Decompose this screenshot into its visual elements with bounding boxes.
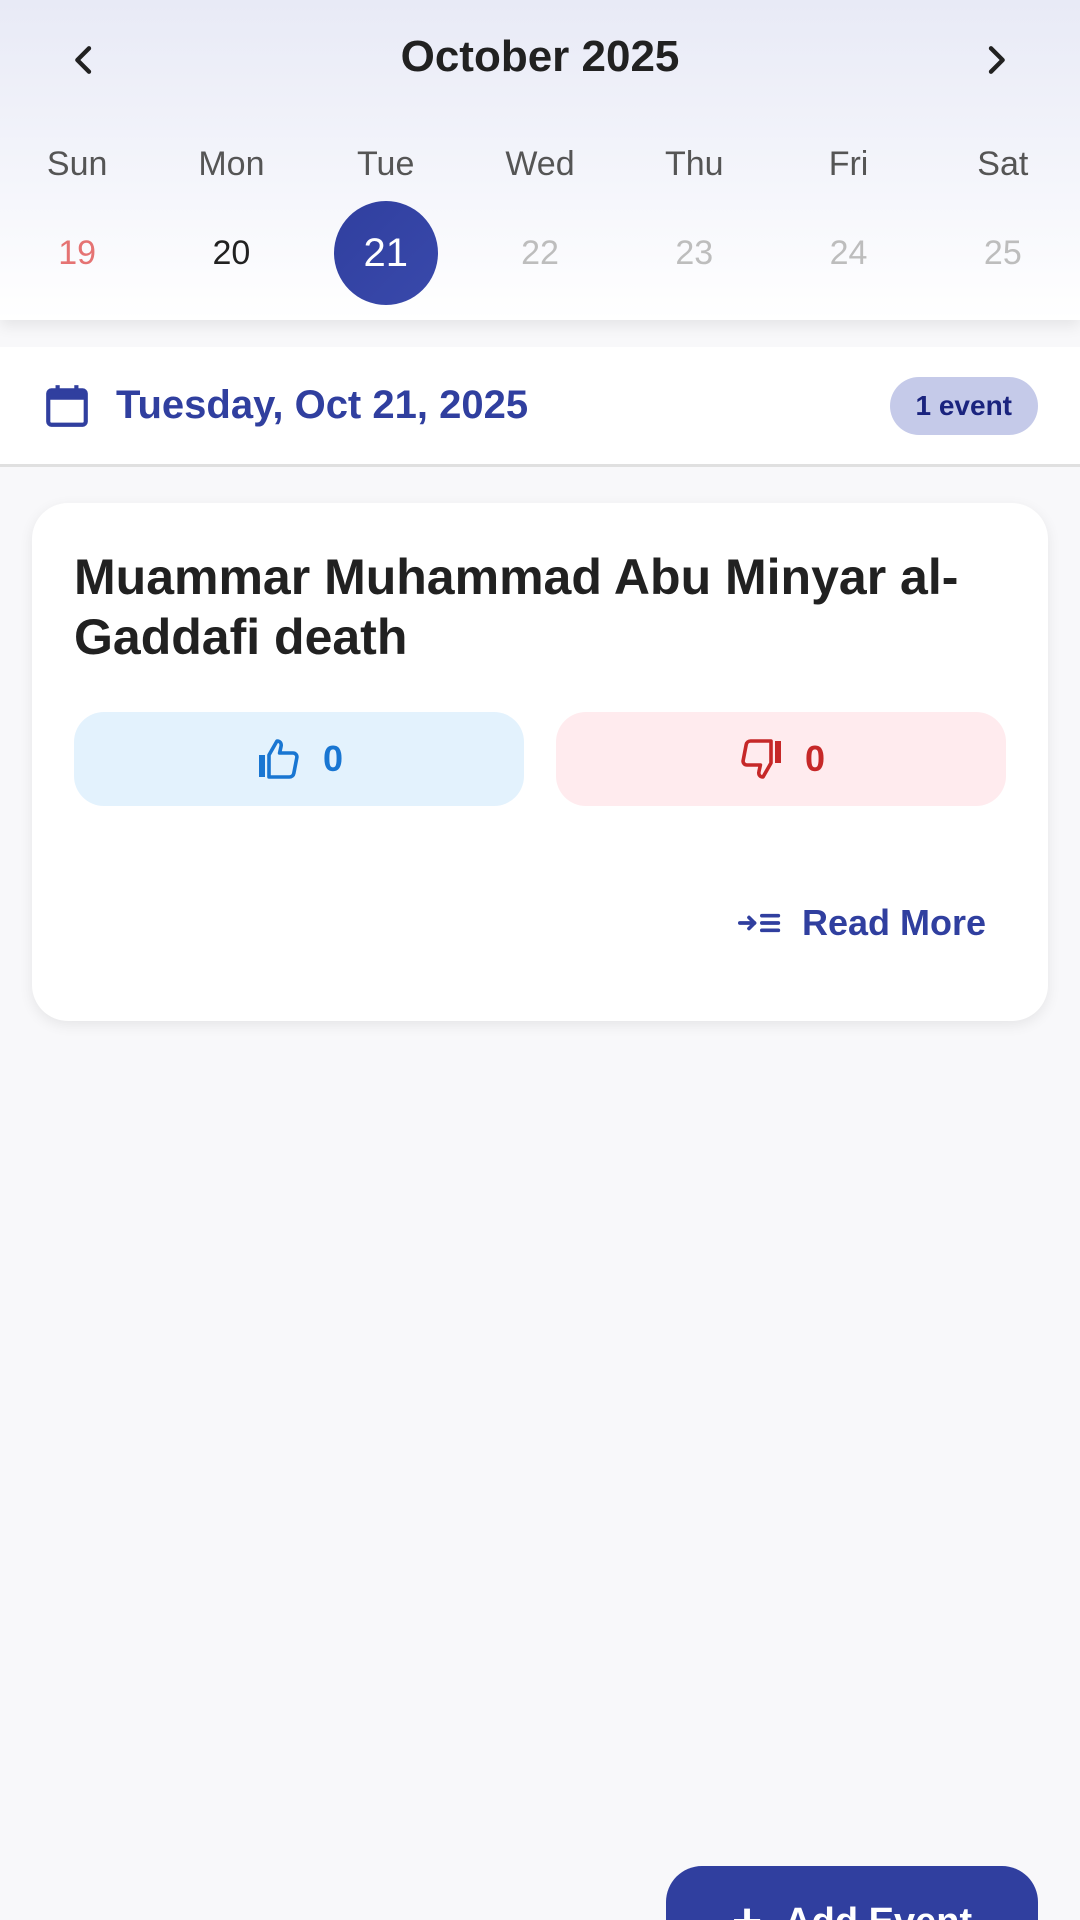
day-cell[interactable]: 24 bbox=[771, 200, 925, 306]
dislike-button[interactable]: 0 bbox=[556, 712, 1006, 806]
day-cell[interactable]: 25 bbox=[926, 200, 1080, 306]
weekday-label: Tue bbox=[357, 145, 415, 183]
app-screen: October 2025 Sun Mon Tue Wed Thu Fri Sat… bbox=[0, 0, 1080, 1920]
plus-icon: + bbox=[732, 1896, 762, 1920]
selected-date-bar: Tuesday, Oct 21, 2025 1 event bbox=[0, 347, 1080, 467]
week-calendar: October 2025 Sun Mon Tue Wed Thu Fri Sat… bbox=[0, 0, 1080, 320]
event-card[interactable]: Muammar Muhammad Abu Minyar al-Gaddafi d… bbox=[32, 503, 1048, 1021]
event-count-badge: 1 event bbox=[889, 376, 1038, 435]
chevron-right-icon bbox=[988, 46, 1005, 74]
day-number: 24 bbox=[829, 234, 868, 272]
read-more-label: Read More bbox=[801, 902, 986, 943]
weekday-label: Thu bbox=[664, 145, 724, 183]
add-event-button[interactable]: + Add Event bbox=[666, 1866, 1038, 1920]
day-number: 25 bbox=[983, 234, 1022, 272]
read-more-button[interactable]: Read More bbox=[737, 895, 986, 951]
day-row: 19 20 21 22 23 24 25 bbox=[0, 200, 1080, 306]
day-cell[interactable]: 20 bbox=[154, 200, 308, 306]
like-button[interactable]: 0 bbox=[74, 712, 524, 806]
day-number: 22 bbox=[521, 234, 559, 272]
weekday-label: Wed bbox=[505, 145, 575, 183]
weekday-label: Sun bbox=[46, 145, 108, 183]
day-cell[interactable]: 19 bbox=[0, 200, 154, 306]
thumbs-down-icon bbox=[741, 739, 781, 779]
selected-date-title: Tuesday, Oct 21, 2025 bbox=[116, 383, 529, 427]
day-number: 21 bbox=[333, 201, 438, 305]
thumbs-up-icon bbox=[258, 739, 299, 779]
weekday-label: Sat bbox=[977, 145, 1029, 183]
next-week-button[interactable] bbox=[964, 28, 1028, 92]
calendar-icon bbox=[46, 384, 88, 427]
month-title: October 2025 bbox=[400, 32, 680, 81]
day-number: 23 bbox=[675, 234, 714, 272]
weekday-label: Fri bbox=[828, 145, 869, 183]
weekday-label: Mon bbox=[198, 145, 265, 183]
weekday-row: Sun Mon Tue Wed Thu Fri Sat bbox=[0, 142, 1080, 186]
day-number: 20 bbox=[212, 234, 251, 272]
like-count: 0 bbox=[322, 738, 344, 779]
read-more-icon bbox=[737, 913, 781, 933]
day-cell[interactable]: 23 bbox=[617, 200, 771, 306]
day-number: 19 bbox=[58, 234, 97, 272]
event-title: Muammar Muhammad Abu Minyar al-Gaddafi d… bbox=[74, 549, 959, 665]
dislike-count: 0 bbox=[804, 738, 826, 779]
add-event-label: Add Event bbox=[784, 1896, 972, 1920]
day-cell[interactable]: 22 bbox=[463, 200, 617, 306]
day-cell-selected[interactable]: 21 bbox=[309, 200, 463, 306]
